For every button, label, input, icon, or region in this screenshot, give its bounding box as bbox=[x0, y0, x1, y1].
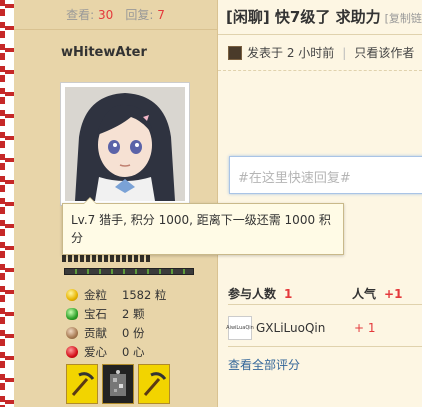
user-stats-list: 金粒 1582 粒 宝石 2 颗 贡献 0 份 爱心 0 心 bbox=[66, 285, 166, 361]
divider bbox=[218, 34, 422, 35]
thread-title: [闲聊] 快7级了 求助力 [复制链 bbox=[226, 6, 422, 27]
rating-header: 参与人数 1 人气 +1 bbox=[228, 285, 402, 302]
heart-icon bbox=[66, 345, 78, 358]
online-status-icon bbox=[228, 45, 242, 60]
stat-label: 爱心 bbox=[84, 344, 107, 359]
views-label: 查看: bbox=[66, 8, 95, 22]
thread-title-text: [闲聊] 快7级了 求助力 bbox=[226, 8, 381, 26]
stat-label: 贡献 bbox=[84, 325, 107, 340]
divider bbox=[218, 70, 422, 71]
pickaxe-medal-icon-2[interactable] bbox=[138, 364, 170, 404]
username-link[interactable]: wHitewAter bbox=[61, 45, 147, 60]
divider bbox=[228, 304, 422, 305]
stat-value: 0 份 bbox=[122, 325, 145, 340]
stat-gem: 宝石 2 颗 bbox=[66, 304, 166, 323]
view-all-ratings-link[interactable]: 查看全部评分 bbox=[228, 356, 300, 373]
quick-reply-input[interactable]: #在这里快速回复# bbox=[229, 156, 422, 194]
ore-medal-icon[interactable] bbox=[102, 364, 134, 404]
only-author-link[interactable]: 只看该作者 bbox=[354, 44, 414, 61]
stat-gold: 金粒 1582 粒 bbox=[66, 285, 166, 304]
post-meta: 发表于 2 小时前 | 只看该作者 bbox=[228, 44, 414, 61]
avatar[interactable] bbox=[60, 82, 190, 206]
copy-link[interactable]: [复制链 bbox=[385, 12, 422, 25]
participants-label: 参与人数 bbox=[228, 287, 277, 301]
stat-value: 2 颗 bbox=[122, 306, 145, 321]
stat-label: 宝石 bbox=[84, 306, 107, 321]
replies-count: 7 bbox=[157, 8, 165, 22]
popularity-label: 人气 bbox=[352, 287, 377, 301]
gold-coin-icon bbox=[66, 288, 78, 301]
rater-name[interactable]: GXLiLuoQin bbox=[256, 321, 354, 335]
rater-avatar[interactable]: AiwiLuaQin bbox=[226, 316, 254, 340]
rating-row: AiwiLuaQin GXLiLuoQin + 1 bbox=[226, 316, 376, 340]
divider bbox=[228, 346, 422, 347]
stat-label: 金粒 bbox=[84, 287, 107, 302]
contribution-icon bbox=[66, 326, 78, 339]
post-time: 发表于 2 小时前 bbox=[247, 46, 335, 60]
stat-contribution: 贡献 0 份 bbox=[66, 323, 166, 342]
stat-value: 1582 粒 bbox=[122, 287, 167, 302]
replies-label: 回复: bbox=[125, 8, 154, 22]
anime-girl-avatar-icon bbox=[65, 87, 185, 201]
views-count: 30 bbox=[98, 8, 114, 22]
participants-count: 1 bbox=[284, 287, 293, 301]
stat-love: 爱心 0 心 bbox=[66, 342, 166, 361]
level-tooltip: Lv.7 猎手, 积分 1000, 距离下一级还需 1000 积分 bbox=[62, 197, 344, 255]
thread-stats: 查看: 30 回复: 7 bbox=[14, 0, 217, 30]
pickaxe-medal-icon[interactable] bbox=[66, 364, 98, 404]
medal-list bbox=[66, 364, 170, 404]
level-progress-bar bbox=[64, 268, 194, 275]
gem-icon bbox=[66, 307, 78, 320]
popularity-value: +1 bbox=[384, 287, 403, 301]
meta-separator: | bbox=[342, 45, 347, 60]
rating-value: + 1 bbox=[354, 321, 376, 335]
decorative-border bbox=[0, 0, 14, 407]
stat-value: 0 心 bbox=[122, 344, 145, 359]
